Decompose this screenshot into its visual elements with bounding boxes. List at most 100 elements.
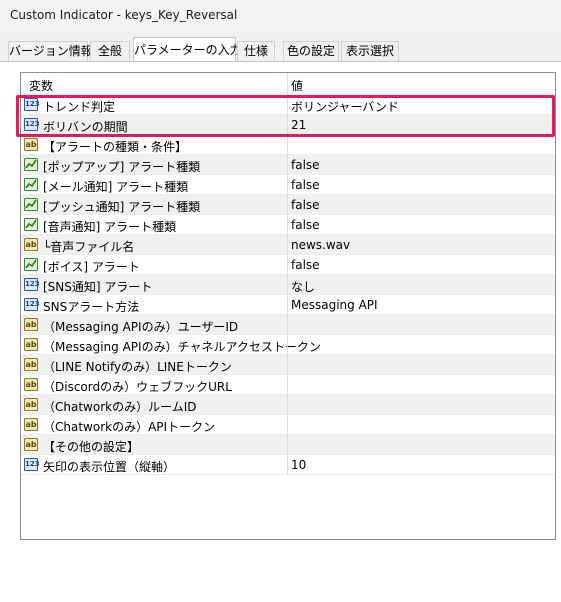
parameter-name: [ポップアップ] アラート種類 (43, 160, 201, 174)
cell-divider (287, 435, 288, 455)
boolean-type-icon (24, 178, 38, 191)
parameter-row[interactable]: ab （LINE Notifyのみ）LINEトークン (21, 355, 555, 375)
parameter-value[interactable]: false (291, 198, 320, 212)
parameter-name: （Messaging APIのみ）チャネルアクセストークン (43, 340, 321, 354)
column-divider[interactable] (287, 73, 288, 95)
tab-bar: バージョン情報 全般 パラメーターの入力 仕様 色の設定 表示選択 (0, 32, 561, 63)
parameter-row[interactable]: [メール通知] アラート種類 false (21, 175, 555, 195)
cell-divider (287, 355, 288, 375)
cell-divider (287, 315, 288, 335)
parameter-row[interactable]: 123 ボリバンの期間 21 (21, 115, 555, 135)
tab-label: バージョン情報 (9, 44, 93, 58)
parameter-row[interactable]: ab 【その他の設定】 (21, 435, 555, 455)
parameter-row[interactable]: [ポップアップ] アラート種類 false (21, 155, 555, 175)
tab-version-info[interactable]: バージョン情報 (8, 41, 93, 61)
cell-divider (287, 195, 288, 215)
boolean-type-icon (24, 198, 38, 211)
string-type-icon: ab (24, 338, 38, 351)
title-bar: Custom Indicator - keys_Key_Reversal (0, 0, 561, 32)
scroll-track (556, 132, 560, 602)
parameter-row[interactable]: ab └音声ファイル名 news.wav (21, 235, 555, 255)
parameters-panel: 変数 値 123 トレンド判定 ボリンジャーバンド 123 ボリバンの期間 21 ab 【アラ… (0, 61, 561, 602)
cell-divider (287, 115, 288, 135)
string-type-icon: ab (24, 418, 38, 431)
parameter-name: （Messaging APIのみ）ユーザーID (43, 320, 239, 334)
column-header-value[interactable]: 値 (291, 77, 303, 94)
cell-divider (287, 375, 288, 395)
parameter-name: [SNS通知] アラート (43, 280, 153, 294)
parameter-name: （Chatworkのみ）ルームID (43, 400, 197, 414)
parameter-row[interactable]: ab 【アラートの種類・条件】 (21, 135, 555, 155)
cell-divider (287, 95, 288, 115)
cell-divider (287, 135, 288, 155)
numeric-type-icon: 123 (24, 298, 40, 311)
cell-divider (287, 215, 288, 235)
tab-spec[interactable]: 仕様 (237, 41, 275, 61)
boolean-type-icon (24, 258, 38, 271)
cell-divider (287, 295, 288, 315)
parameter-value[interactable]: なし (291, 278, 315, 295)
tab-label: 仕様 (243, 44, 268, 58)
column-header-variable[interactable]: 変数 (29, 77, 53, 94)
parameter-row[interactable]: ab （Messaging APIのみ）ユーザーID (21, 315, 555, 335)
parameter-row[interactable]: 123 矢印の表示位置（縦軸） 10 (21, 455, 555, 475)
parameter-value[interactable]: false (291, 178, 320, 192)
tab-general[interactable]: 全般 (90, 41, 130, 61)
parameter-row[interactable]: 123 トレンド判定 ボリンジャーバンド (21, 95, 555, 115)
parameter-row[interactable]: ab （Discordのみ）ウェブフックURL (21, 375, 555, 395)
parameter-name: トレンド判定 (43, 100, 116, 114)
cell-divider (287, 395, 288, 415)
parameter-row[interactable]: ab （Messaging APIのみ）チャネルアクセストークン (21, 335, 555, 355)
parameter-row[interactable]: 123 SNSアラート方法 Messaging API (21, 295, 555, 315)
tab-parameters[interactable]: パラメーターの入力 (133, 37, 242, 63)
string-type-icon: ab (24, 238, 38, 251)
numeric-type-icon: 123 (24, 98, 40, 111)
parameter-row[interactable]: ab （Chatworkのみ）APIトークン (21, 415, 555, 435)
parameter-name: [音声通知] アラート種類 (43, 220, 177, 234)
tab-label: 全般 (97, 44, 122, 58)
string-type-icon: ab (24, 318, 38, 331)
parameter-value[interactable]: false (291, 158, 320, 172)
parameter-name: 【アラートの種類・条件】 (43, 140, 188, 154)
parameter-name: [メール通知] アラート種類 (43, 180, 189, 194)
string-type-icon: ab (24, 378, 38, 391)
parameter-value[interactable]: news.wav (291, 238, 350, 252)
boolean-type-icon (24, 218, 38, 231)
string-type-icon: ab (24, 138, 38, 151)
parameter-row[interactable]: [プッシュ通知] アラート種類 false (21, 195, 555, 215)
string-type-icon: ab (24, 358, 38, 371)
parameter-row[interactable]: ab （Chatworkのみ）ルームID (21, 395, 555, 415)
cell-divider (287, 175, 288, 195)
parameter-value[interactable]: ボリンジャーバンド (291, 98, 399, 115)
parameter-name: （Discordのみ）ウェブフックURL (43, 380, 232, 394)
parameter-value[interactable]: false (291, 258, 320, 272)
parameter-value[interactable]: false (291, 218, 320, 232)
parameter-value[interactable]: Messaging API (291, 298, 378, 312)
parameter-value[interactable]: 21 (291, 118, 306, 132)
tab-label: 色の設定 (286, 44, 335, 58)
parameter-name: （LINE Notifyのみ）LINEトークン (43, 360, 232, 374)
cell-divider (287, 255, 288, 275)
parameter-row[interactable]: [音声通知] アラート種類 false (21, 215, 555, 235)
parameter-name: ボリバンの期間 (43, 120, 128, 134)
grid-header: 変数 値 (21, 73, 555, 96)
tab-label: 表示選択 (345, 44, 394, 58)
tab-label: パラメーターの入力 (134, 43, 242, 57)
boolean-type-icon (24, 158, 38, 171)
numeric-type-icon: 123 (24, 458, 40, 471)
cell-divider (287, 275, 288, 295)
parameter-row[interactable]: [ボイス] アラート false (21, 255, 555, 275)
tab-colors[interactable]: 色の設定 (283, 41, 339, 61)
parameter-grid: 変数 値 123 トレンド判定 ボリンジャーバンド 123 ボリバンの期間 21 ab 【アラ… (20, 72, 556, 540)
parameter-row[interactable]: 123 [SNS通知] アラート なし (21, 275, 555, 295)
tab-display[interactable]: 表示選択 (341, 41, 399, 61)
cell-divider (287, 335, 288, 355)
parameter-name: └音声ファイル名 (43, 240, 135, 254)
parameter-name: 矢印の表示位置（縦軸） (43, 460, 176, 474)
parameter-name: [プッシュ通知] アラート種類 (43, 200, 201, 214)
parameter-value[interactable]: 10 (291, 458, 306, 472)
numeric-type-icon: 123 (24, 278, 40, 291)
cell-divider (287, 155, 288, 175)
parameter-name: 【その他の設定】 (43, 440, 140, 454)
window-title: Custom Indicator - keys_Key_Reversal (10, 8, 238, 22)
